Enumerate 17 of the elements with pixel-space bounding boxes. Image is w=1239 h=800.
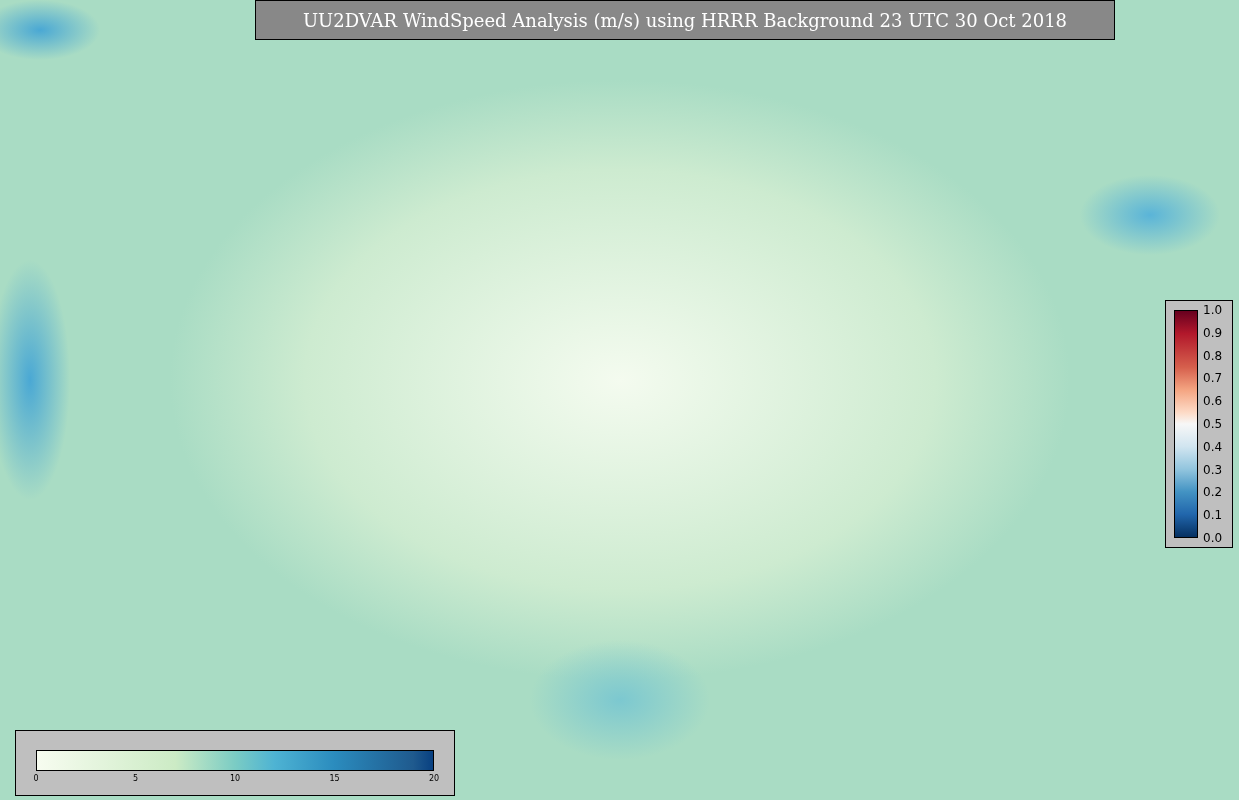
tick-label: 5	[132, 774, 139, 783]
tick-label: 0.2	[1203, 485, 1223, 500]
tick-label: 0.5	[1203, 417, 1223, 431]
tick-label: 0.1	[1203, 508, 1223, 523]
tick-label: 0.0	[1203, 531, 1223, 545]
tick-label: 20	[428, 774, 440, 783]
tick-label: 0.7	[1203, 371, 1223, 386]
tick-label: 0.9	[1203, 325, 1223, 340]
tick-label: 0.6	[1203, 394, 1223, 409]
map-title: UU2DVAR WindSpeed Analysis (m/s) using HRRR Background 23 UTC 30 Oct 2018	[255, 0, 1115, 40]
tick-label: 0.4	[1203, 439, 1223, 454]
tick-label: 0.3	[1203, 462, 1223, 477]
tick-label: 10	[229, 774, 241, 783]
tick-label: 0	[33, 774, 39, 783]
tick-label: 15	[329, 774, 340, 783]
tick-label: 0.8	[1203, 348, 1223, 363]
tick-label: 1.0	[1203, 303, 1223, 317]
